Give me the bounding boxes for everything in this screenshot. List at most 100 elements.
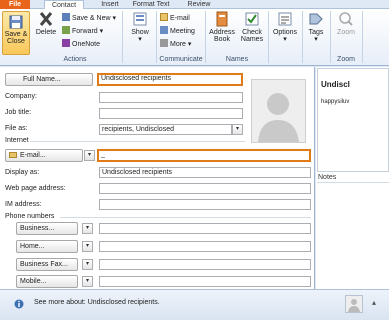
people-pane-bar: See more about: Undisclosed recipients. …	[0, 289, 389, 320]
email-type-button[interactable]: E-mail...	[5, 149, 83, 162]
business-phone-field[interactable]	[99, 223, 311, 234]
home-phone-dropdown[interactable]: ▾	[82, 241, 93, 252]
home-phone-field[interactable]	[99, 241, 311, 252]
people-pane-toggle[interactable]: ▴	[372, 298, 376, 307]
display-as-field[interactable]: Undisclosed recipients	[99, 167, 311, 178]
delete-button[interactable]: Delete	[33, 11, 59, 36]
business-fax-dropdown[interactable]: ▾	[82, 259, 93, 270]
web-page-label: Web page address:	[5, 185, 66, 192]
card-name: Undiscl	[321, 80, 350, 89]
more-button[interactable]: More ▾	[160, 39, 191, 49]
im-address-label: IM address:	[5, 201, 42, 208]
email-field[interactable]: _	[97, 149, 311, 162]
options-button[interactable]: Options ▾	[270, 11, 300, 43]
save-new-button[interactable]: Save & New ▾	[62, 13, 116, 23]
chevron-down-icon: ▾	[85, 278, 89, 284]
job-title-field[interactable]	[99, 108, 243, 119]
contact-form: Full Name... Undisclosed recipients Comp…	[0, 67, 315, 289]
job-title-label: Job title:	[5, 109, 32, 116]
business-phone-dropdown[interactable]: ▾	[82, 223, 93, 234]
zoom-button[interactable]: Zoom	[333, 11, 359, 36]
separator	[205, 11, 206, 63]
zoom-button-label: Zoom	[337, 29, 355, 36]
save-close-label: Save & Close	[4, 31, 28, 45]
chevron-down-icon: ▾	[314, 36, 318, 43]
chevron-down-icon: ▾	[235, 126, 239, 132]
business-fax-button[interactable]: Business Fax...	[16, 258, 78, 271]
chevron-down-icon: ▾	[112, 15, 116, 22]
email-label: E-mail	[170, 15, 190, 22]
mobile-phone-field[interactable]	[99, 276, 311, 287]
company-label: Company:	[5, 93, 37, 100]
save-close-button[interactable]: Save & Close	[2, 11, 30, 55]
company-field[interactable]	[99, 92, 243, 103]
tags-label: Tags	[308, 29, 324, 36]
business-card-pane: Undiscl happysiluv Notes	[316, 67, 389, 289]
info-icon	[14, 299, 24, 309]
status-text: See more about: Undisclosed recipients.	[34, 299, 160, 306]
tab-file[interactable]: File	[0, 0, 30, 9]
separator	[362, 11, 363, 63]
ribbon-tabs: File Contact Insert Format Text Review	[0, 0, 389, 10]
chevron-down-icon: ▾	[138, 36, 142, 43]
address-book-button[interactable]: Address Book	[207, 11, 237, 43]
notes-area[interactable]	[317, 182, 389, 288]
business-fax-field[interactable]	[99, 259, 311, 270]
file-as-field[interactable]: recipients, Undisclosed	[99, 124, 232, 135]
tab-insert[interactable]: Insert	[92, 0, 128, 9]
tab-review[interactable]: Review	[182, 0, 216, 9]
separator	[302, 11, 303, 63]
show-button[interactable]: Show ▾	[128, 11, 152, 43]
options-label: Options	[272, 29, 298, 36]
email-type-dropdown[interactable]: ▾	[84, 150, 95, 161]
delete-icon	[39, 12, 53, 26]
full-name-button[interactable]: Full Name...	[5, 73, 93, 86]
card-email: happysiluv	[321, 99, 350, 105]
onenote-button[interactable]: OneNote	[62, 39, 100, 49]
forward-button[interactable]: Forward ▾	[62, 26, 103, 36]
chevron-down-icon: ▾	[187, 41, 192, 48]
save-new-icon	[62, 13, 70, 21]
web-page-field[interactable]	[99, 183, 311, 194]
im-address-field[interactable]	[99, 199, 311, 210]
separator	[122, 11, 123, 63]
people-pane-avatar[interactable]	[345, 295, 363, 313]
notes-label: Notes	[318, 174, 337, 181]
home-phone-button[interactable]: Home...	[16, 240, 78, 253]
save-icon	[9, 15, 23, 29]
check-names-button[interactable]: Check Names	[237, 11, 267, 43]
tags-button[interactable]: Tags ▾	[304, 11, 328, 43]
email-type-icon	[9, 152, 17, 158]
business-phone-button[interactable]: Business...	[16, 222, 78, 235]
chevron-down-icon: ▾	[85, 261, 89, 267]
meeting-icon	[160, 26, 168, 34]
more-icon	[160, 39, 168, 47]
email-type-label: E-mail...	[20, 152, 46, 159]
forward-icon	[62, 26, 70, 34]
onenote-label: OneNote	[72, 41, 101, 48]
phone-section-heading: Phone numbers	[5, 213, 55, 220]
communicate-group-label: Communicate	[159, 56, 203, 63]
chevron-down-icon: ▾	[87, 152, 91, 158]
zoom-group-label: Zoom	[337, 56, 355, 63]
email-button[interactable]: E-mail	[160, 13, 190, 23]
address-book-label: Address Book	[209, 29, 235, 43]
file-as-dropdown[interactable]: ▾	[232, 124, 243, 135]
phone-divider	[60, 217, 311, 218]
chevron-down-icon: ▾	[283, 36, 287, 43]
separator	[268, 11, 269, 63]
save-new-label: Save & New	[72, 15, 111, 22]
check-names-label: Check Names	[240, 29, 264, 43]
names-group-label: Names	[225, 56, 249, 63]
address-book-icon	[216, 11, 228, 27]
business-card[interactable]: Undiscl happysiluv	[317, 68, 389, 172]
full-name-field[interactable]: Undisclosed recipients	[97, 73, 243, 86]
meeting-button[interactable]: Meeting	[160, 26, 195, 36]
forward-label: Forward	[72, 28, 98, 35]
tab-format-text[interactable]: Format Text	[128, 0, 174, 9]
email-icon	[160, 13, 168, 21]
internet-divider	[30, 141, 245, 142]
mobile-phone-button[interactable]: Mobile...	[16, 275, 78, 288]
contact-photo[interactable]	[251, 79, 306, 143]
mobile-phone-dropdown[interactable]: ▾	[82, 276, 93, 287]
